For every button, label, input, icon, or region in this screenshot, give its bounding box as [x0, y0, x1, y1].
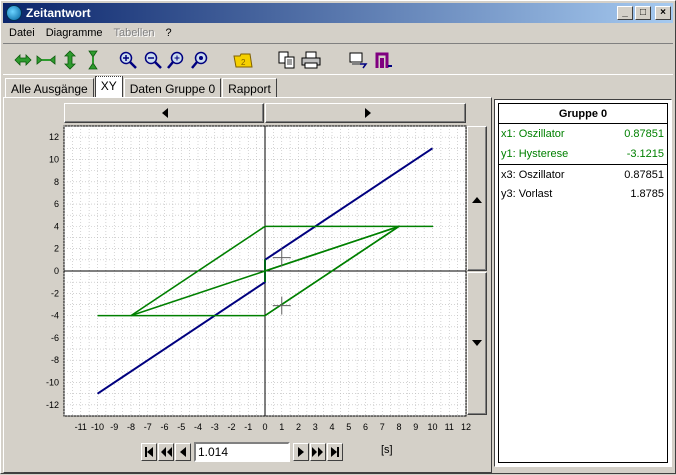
- x-tick-label: 10: [427, 422, 437, 432]
- x-tick-label: -4: [194, 422, 202, 432]
- fast-forward-button[interactable]: [310, 443, 326, 461]
- y-tick-label: 4: [54, 221, 59, 231]
- step-back-button[interactable]: [175, 443, 191, 461]
- step-forward-button[interactable]: [293, 443, 309, 461]
- y-tick-label: -12: [46, 400, 59, 410]
- x-tick-label: -10: [91, 422, 104, 432]
- value-row: x1: Oszillator 0.87851: [499, 124, 667, 144]
- x-tick-label: 2: [296, 422, 301, 432]
- fast-forward-icon: [312, 447, 323, 457]
- row-value: 0.87851: [624, 169, 664, 181]
- skip-first-icon: [145, 447, 153, 457]
- x-tick-label: 8: [396, 422, 401, 432]
- row-label: y3: Vorlast: [501, 188, 553, 200]
- y-tick-label: -6: [51, 333, 59, 343]
- y-tick-label: 2: [54, 244, 59, 254]
- x-tick-label: 12: [461, 422, 471, 432]
- time-input[interactable]: [194, 442, 290, 462]
- step-forward-icon: [298, 447, 304, 457]
- row-label: y1: Hysterese: [501, 148, 569, 160]
- x-tick-label: -3: [211, 422, 219, 432]
- time-navigation: [141, 442, 344, 462]
- x-tick-label: 7: [380, 422, 385, 432]
- x-tick-label: -2: [227, 422, 235, 432]
- y-tick-label: -8: [51, 355, 59, 365]
- values-panel: Gruppe 0 x1: Oszillator 0.87851 y1: Hyst…: [494, 99, 672, 467]
- y-tick-label: 6: [54, 199, 59, 209]
- fast-back-button[interactable]: [158, 443, 174, 461]
- x-tick-label: -6: [160, 422, 168, 432]
- main-window: Zeitantwort _ □ × Datei Diagramme Tabell…: [0, 0, 676, 474]
- y-tick-label: 12: [49, 132, 59, 142]
- value-row: y3: Vorlast 1.8785: [499, 184, 667, 204]
- row-value: 0.87851: [624, 128, 664, 140]
- x-tick-label: 11: [445, 422, 454, 432]
- row-label: x3: Oszillator: [501, 169, 565, 181]
- x-tick-label: -7: [144, 422, 152, 432]
- x-tick-label: 6: [363, 422, 368, 432]
- skip-last-icon: [331, 447, 339, 457]
- last-button[interactable]: [327, 443, 343, 461]
- row-label: x1: Oszillator: [501, 128, 565, 140]
- x-tick-label: -1: [244, 422, 252, 432]
- y-tick-label: 0: [54, 266, 59, 276]
- x-tick-label: 4: [329, 422, 334, 432]
- first-button[interactable]: [141, 443, 157, 461]
- fast-rewind-icon: [161, 447, 172, 457]
- x-tick-label: 0: [262, 422, 267, 432]
- y-tick-label: 8: [54, 177, 59, 187]
- x-tick-label: 1: [279, 422, 284, 432]
- y-tick-label: -10: [46, 378, 59, 388]
- x-tick-label: 3: [313, 422, 318, 432]
- value-row: x3: Oszillator 0.87851: [499, 164, 667, 184]
- x-tick-label: -9: [110, 422, 118, 432]
- x-tick-label: -5: [177, 422, 185, 432]
- value-row: y1: Hysterese -3.1215: [499, 144, 667, 164]
- step-back-icon: [180, 447, 186, 457]
- x-tick-label: -11: [75, 422, 87, 432]
- y-tick-label: 10: [49, 154, 59, 164]
- group-title: Gruppe 0: [499, 104, 667, 124]
- group-table: Gruppe 0 x1: Oszillator 0.87851 y1: Hyst…: [498, 103, 668, 463]
- x-tick-label: 5: [346, 422, 351, 432]
- row-value: 1.8785: [630, 188, 664, 200]
- y-tick-label: -4: [51, 311, 59, 321]
- row-value: -3.1215: [626, 148, 664, 160]
- x-tick-label: 9: [413, 422, 418, 432]
- time-unit: [s]: [381, 444, 393, 456]
- y-tick-label: -2: [51, 288, 59, 298]
- x-tick-label: -8: [127, 422, 135, 432]
